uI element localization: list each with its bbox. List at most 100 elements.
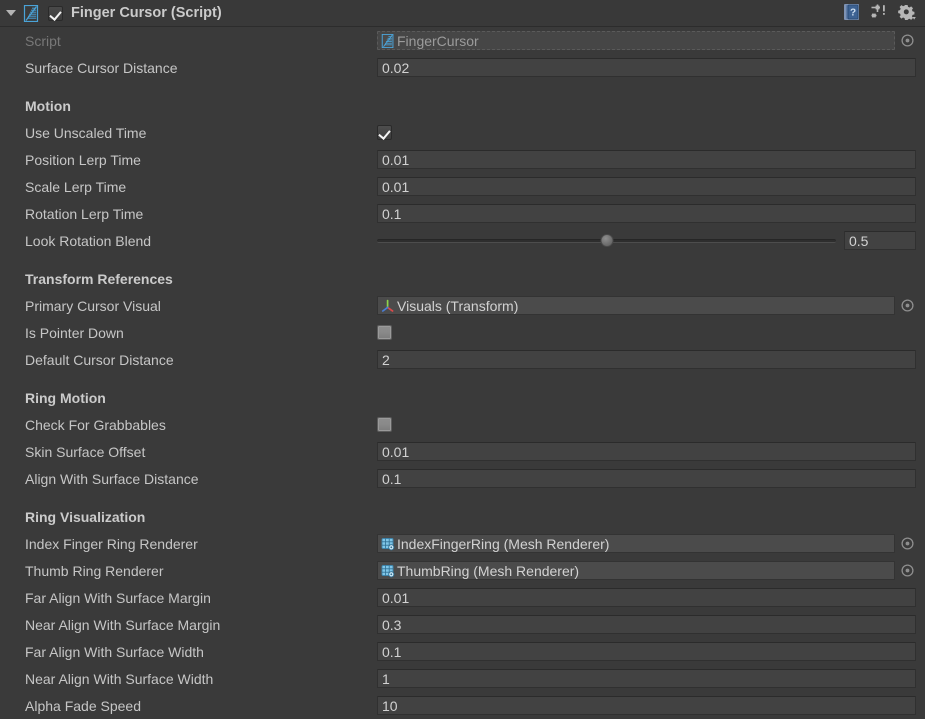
field-wrap-position-lerp-time: 0.01: [377, 150, 925, 169]
row-scale-lerp-time: Scale Lerp Time0.01: [0, 173, 925, 200]
row-skin-surface-offset: Skin Surface Offset0.01: [0, 438, 925, 465]
input-position-lerp-time[interactable]: 0.01: [377, 150, 916, 169]
row-look-rotation-blend: Look Rotation Blend 0.5: [0, 227, 925, 254]
label-far-align-with-surface-margin: Far Align With Surface Margin: [25, 590, 377, 606]
label-near-align-with-surface-margin: Near Align With Surface Margin: [25, 617, 377, 633]
field-wrap-alpha-fade-speed: 10: [377, 696, 925, 715]
input-far-align-with-surface-margin[interactable]: 0.01: [377, 588, 916, 607]
input-far-align-with-surface-width[interactable]: 0.1: [377, 642, 916, 661]
label-look-rotation-blend: Look Rotation Blend: [25, 233, 377, 249]
field-wrap-near-align-with-surface-margin: 0.3: [377, 615, 925, 634]
field-wrap-scale-lerp-time: 0.01: [377, 177, 925, 196]
checkbox-is-pointer-down[interactable]: [377, 325, 392, 340]
row-align-with-surface-distance: Align With Surface Distance0.1: [0, 465, 925, 492]
label-position-lerp-time: Position Lerp Time: [25, 152, 377, 168]
field-wrap-surface-cursor-distance: 0.02: [377, 58, 925, 77]
section-header-ring-motion: Ring Motion: [0, 384, 925, 411]
section-gap: [0, 81, 925, 92]
label-is-pointer-down: Is Pointer Down: [25, 325, 377, 341]
label-alpha-fade-speed: Alpha Fade Speed: [25, 698, 377, 714]
transform-axis-icon: [381, 299, 395, 313]
label-rotation-lerp-time: Rotation Lerp Time: [25, 206, 377, 222]
mesh-renderer-icon: [381, 537, 395, 551]
cs-script-icon: [23, 5, 40, 22]
field-wrap-skin-surface-offset: 0.01: [377, 442, 925, 461]
section-header-motion: Motion: [0, 92, 925, 119]
row-surface-cursor-distance: Surface Cursor Distance0.02: [0, 54, 925, 81]
slider-value-look-rotation-blend[interactable]: 0.5: [844, 231, 916, 250]
object-field-value-thumb-ring-renderer: ThumbRing (Mesh Renderer): [397, 563, 579, 579]
input-near-align-with-surface-width[interactable]: 1: [377, 669, 916, 688]
field-wrap-thumb-ring-renderer: ThumbRing (Mesh Renderer): [377, 561, 925, 580]
row-far-align-with-surface-width: Far Align With Surface Width0.1: [0, 638, 925, 665]
field-wrap-use-unscaled-time: [377, 125, 925, 140]
svg-text:?: ?: [850, 7, 856, 18]
object-field-value-script: FingerCursor: [397, 33, 479, 49]
label-near-align-with-surface-width: Near Align With Surface Width: [25, 671, 377, 687]
input-rotation-lerp-time[interactable]: 0.1: [377, 204, 916, 223]
label-default-cursor-distance: Default Cursor Distance: [25, 352, 377, 368]
object-field-index-finger-ring-renderer[interactable]: IndexFingerRing (Mesh Renderer): [377, 534, 895, 553]
object-field-thumb-ring-renderer[interactable]: ThumbRing (Mesh Renderer): [377, 561, 895, 580]
input-align-with-surface-distance[interactable]: 0.1: [377, 469, 916, 488]
field-wrap-primary-cursor-visual: Visuals (Transform): [377, 296, 925, 315]
label-thumb-ring-renderer: Thumb Ring Renderer: [25, 563, 377, 579]
component-enabled-checkbox[interactable]: [48, 6, 63, 21]
object-picker-icon-primary-cursor-visual[interactable]: [899, 297, 916, 314]
label-scale-lerp-time: Scale Lerp Time: [25, 179, 377, 195]
input-near-align-with-surface-margin[interactable]: 0.3: [377, 615, 916, 634]
object-picker-icon-script[interactable]: [899, 32, 916, 49]
header-icon-group: ?: [843, 3, 919, 24]
label-primary-cursor-visual: Primary Cursor Visual: [25, 298, 377, 314]
input-alpha-fade-speed[interactable]: 10: [377, 696, 916, 715]
label-script: Script: [25, 33, 377, 49]
label-align-with-surface-distance: Align With Surface Distance: [25, 471, 377, 487]
mesh-renderer-icon: [381, 564, 395, 578]
label-use-unscaled-time: Use Unscaled Time: [25, 125, 377, 141]
checkbox-use-unscaled-time[interactable]: [377, 125, 392, 140]
field-wrap-check-for-grabbables: [377, 417, 925, 432]
row-far-align-with-surface-margin: Far Align With Surface Margin0.01: [0, 584, 925, 611]
foldout-arrow-icon[interactable]: [4, 6, 18, 20]
input-scale-lerp-time[interactable]: 0.01: [377, 177, 916, 196]
slider-wrap-look-rotation-blend: 0.5: [377, 231, 925, 250]
row-script: Script FingerCursor: [0, 27, 925, 54]
section-gap: [0, 492, 925, 503]
help-icon[interactable]: ?: [843, 3, 861, 24]
row-is-pointer-down: Is Pointer Down: [0, 319, 925, 346]
gear-icon[interactable]: [897, 3, 917, 24]
field-wrap-rotation-lerp-time: 0.1: [377, 204, 925, 223]
cs-script-icon: [381, 34, 395, 48]
field-wrap-far-align-with-surface-width: 0.1: [377, 642, 925, 661]
input-skin-surface-offset[interactable]: 0.01: [377, 442, 916, 461]
row-rotation-lerp-time: Rotation Lerp Time0.1: [0, 200, 925, 227]
input-surface-cursor-distance[interactable]: 0.02: [377, 58, 916, 77]
object-picker-icon-thumb-ring-renderer[interactable]: [899, 562, 916, 579]
component-header: Finger Cursor (Script) ?: [0, 0, 925, 27]
field-wrap-index-finger-ring-renderer: IndexFingerRing (Mesh Renderer): [377, 534, 925, 553]
section-header-transform-references: Transform References: [0, 265, 925, 292]
checkbox-check-for-grabbables[interactable]: [377, 417, 392, 432]
object-field-script: FingerCursor: [377, 31, 895, 50]
field-wrap-default-cursor-distance: 2: [377, 350, 925, 369]
preset-icon[interactable]: [870, 3, 888, 24]
row-position-lerp-time: Position Lerp Time0.01: [0, 146, 925, 173]
label-surface-cursor-distance: Surface Cursor Distance: [25, 60, 377, 76]
row-use-unscaled-time: Use Unscaled Time: [0, 119, 925, 146]
row-check-for-grabbables: Check For Grabbables: [0, 411, 925, 438]
object-field-primary-cursor-visual[interactable]: Visuals (Transform): [377, 296, 895, 315]
section-gap: [0, 254, 925, 265]
object-field-value-index-finger-ring-renderer: IndexFingerRing (Mesh Renderer): [397, 536, 609, 552]
inspector-body: Script FingerCursor Surface Cursor Distanc…: [0, 27, 925, 719]
section-header-ring-visualization: Ring Visualization: [0, 503, 925, 530]
row-primary-cursor-visual: Primary Cursor VisualVisuals (Transform): [0, 292, 925, 319]
input-default-cursor-distance[interactable]: 2: [377, 350, 916, 369]
row-near-align-with-surface-width: Near Align With Surface Width1: [0, 665, 925, 692]
slider-look-rotation-blend[interactable]: [377, 233, 836, 249]
object-picker-icon-index-finger-ring-renderer[interactable]: [899, 535, 916, 552]
slider-thumb-look-rotation-blend[interactable]: [600, 234, 613, 247]
field-wrap-far-align-with-surface-margin: 0.01: [377, 588, 925, 607]
label-skin-surface-offset: Skin Surface Offset: [25, 444, 377, 460]
row-alpha-fade-speed: Alpha Fade Speed10: [0, 692, 925, 719]
field-wrap-align-with-surface-distance: 0.1: [377, 469, 925, 488]
